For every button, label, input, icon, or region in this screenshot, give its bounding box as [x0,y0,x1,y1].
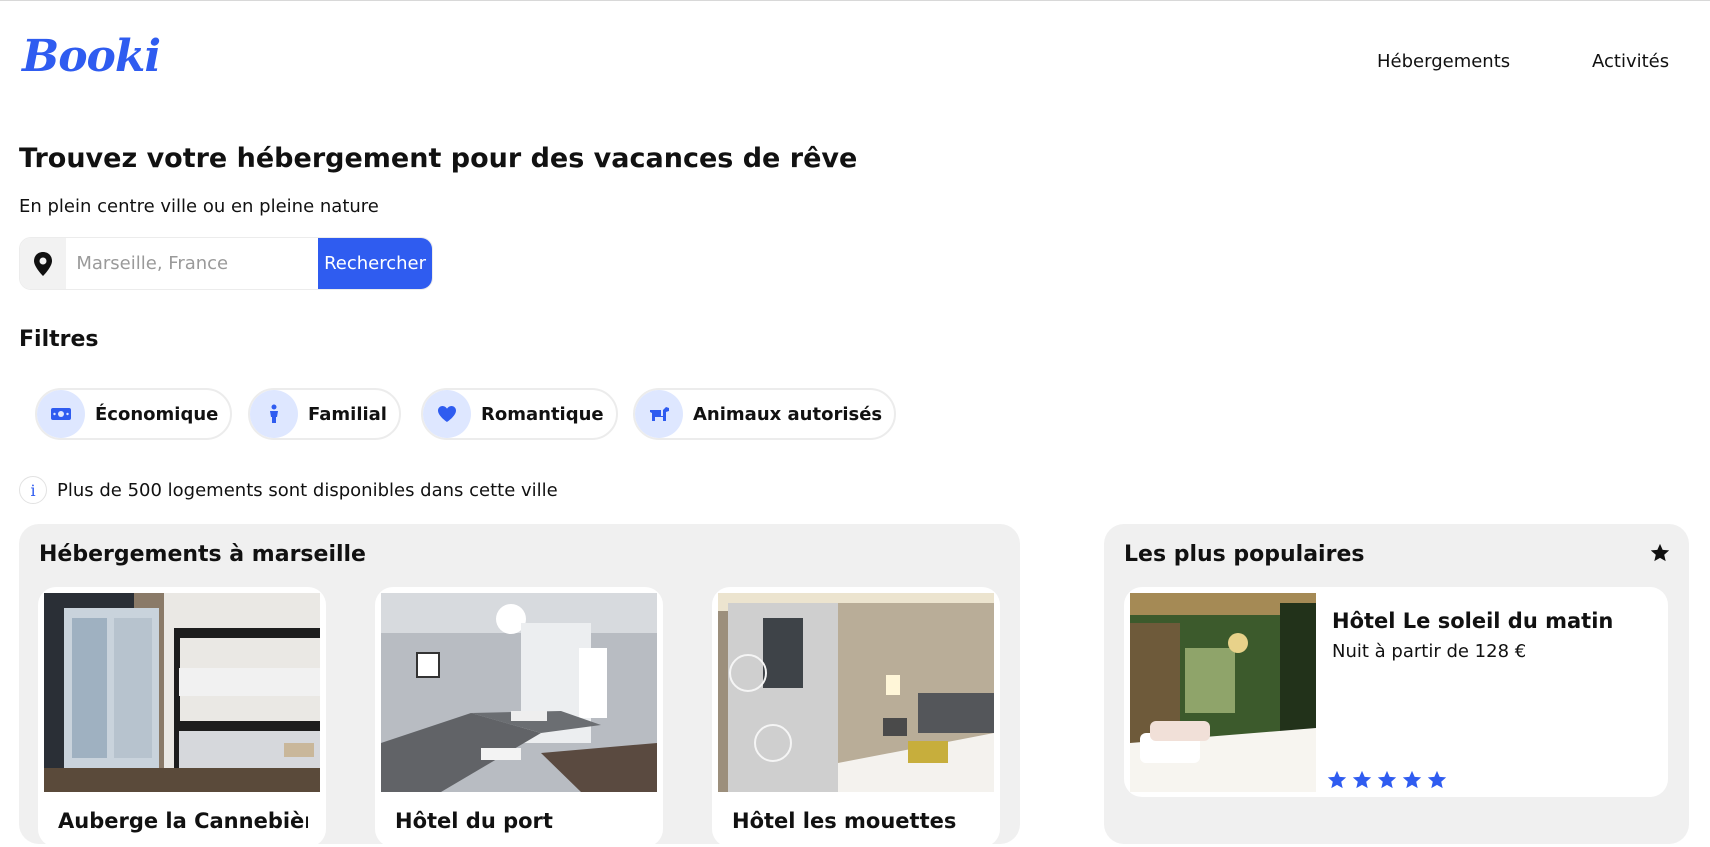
heart-icon [423,390,471,438]
filter-familial[interactable]: Familial [248,388,401,440]
accommodation-photo [718,593,994,792]
filter-animaux[interactable]: Animaux autorisés [633,388,897,440]
star-icon [1402,770,1422,789]
star-icon [1327,770,1347,789]
star-icon [1649,542,1671,568]
popular-photo [1130,593,1316,792]
info-icon: i [19,476,47,504]
page-subtitle: En plein centre ville ou en pleine natur… [19,196,379,217]
accommodation-title: Hôtel du port [395,809,553,833]
star-icon [1427,770,1447,789]
popular-section: Les plus populaires Hôtel Le soleil du m… [1104,524,1689,844]
accommodation-photo [44,593,320,792]
filter-label: Animaux autorisés [693,403,883,425]
section-title: Hébergements à marseille [39,542,366,567]
accommodation-card[interactable]: Hôtel les mouettes [712,587,1000,847]
search-bar: Rechercher [19,237,433,290]
location-pin-icon [20,238,67,289]
star-icon [1377,770,1397,789]
info-text: Plus de 500 logements sont disponibles d… [57,479,558,501]
rating-stars [1326,769,1448,791]
filter-label: Économique [95,403,219,425]
filter-romantique[interactable]: Romantique [421,388,618,440]
person-icon [250,390,298,438]
accommodations-section: Hébergements à marseille Auberge la Cann… [19,524,1020,847]
accommodation-title: Auberge la Cannebière [58,809,308,833]
accommodation-title: Hôtel les mouettes [732,809,957,833]
filter-label: Romantique [481,403,604,425]
dog-icon [635,390,683,438]
nav-hebergements[interactable]: Hébergements [1377,51,1510,72]
popular-title: Hôtel Le soleil du matin [1332,609,1614,633]
search-button[interactable]: Rechercher [318,238,432,289]
logo[interactable]: Booki [22,31,161,82]
filter-economique[interactable]: Économique [35,388,233,440]
page-title: Trouvez votre hébergement pour des vacan… [19,143,858,174]
accommodation-card[interactable]: Hôtel du port [375,587,663,847]
filter-label: Familial [308,403,387,425]
nav-activites[interactable]: Activités [1592,51,1669,72]
accommodation-card[interactable]: Auberge la Cannebière [38,587,326,847]
info-message: i Plus de 500 logements sont disponibles… [19,476,558,504]
search-input[interactable] [66,238,319,289]
accommodation-photo [381,593,657,792]
star-icon [1352,770,1372,789]
section-title: Les plus populaires [1124,542,1365,567]
popular-card[interactable]: Hôtel Le soleil du matin Nuit à partir d… [1124,587,1668,797]
popular-price: Nuit à partir de 128 € [1332,641,1527,662]
money-icon [37,390,85,438]
filters-title: Filtres [19,327,99,352]
